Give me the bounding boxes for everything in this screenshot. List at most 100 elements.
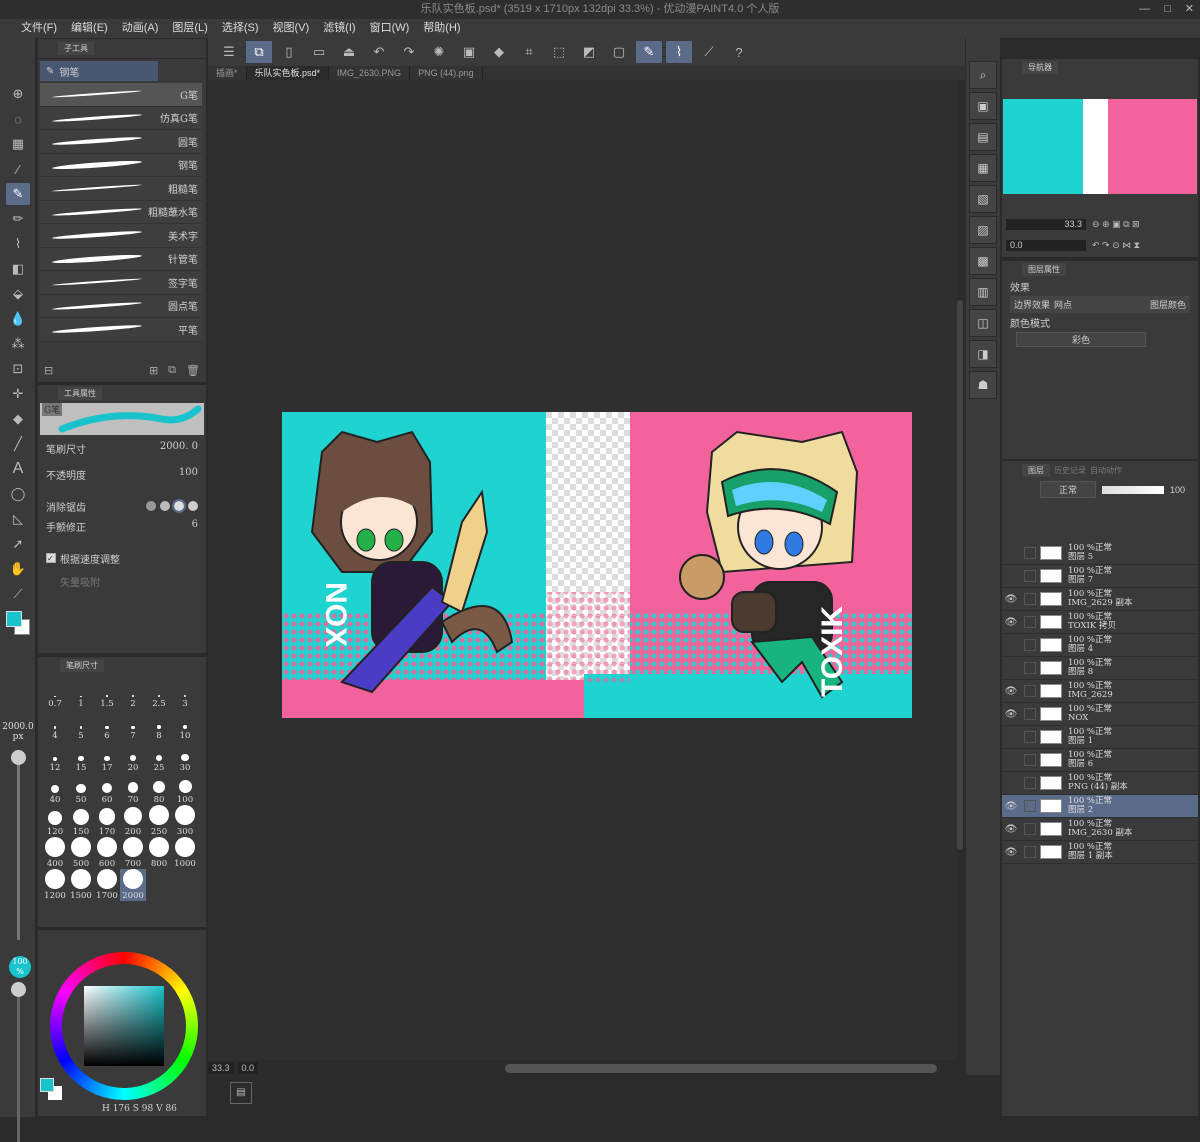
layer-row[interactable]: 👁 100 %正常 图层 2	[1002, 795, 1198, 818]
brush-size-cell[interactable]: 300	[172, 805, 198, 837]
brush-size-cell[interactable]: 400	[42, 837, 68, 869]
brush-item[interactable]: 圆笔	[40, 130, 202, 154]
menu-help[interactable]: 帮助(H)	[416, 19, 467, 38]
stabilize-input[interactable]: 6	[192, 519, 198, 545]
brush-item[interactable]: 钢笔	[40, 154, 202, 177]
crop-icon[interactable]: ▢	[606, 41, 632, 63]
layer-row[interactable]: 100 %正常 图层 4	[1002, 634, 1198, 657]
subtool-group[interactable]: ✎ 钢笔	[40, 61, 158, 81]
subtool-copy-icon[interactable]: ⧉	[168, 364, 176, 380]
layer-row[interactable]: 👁 100 %正常 IMG_2629 副本	[1002, 588, 1198, 611]
brush-size-cell[interactable]: 8	[146, 709, 172, 741]
angle-readout[interactable]: 0.0	[237, 1062, 259, 1074]
tab-band-board[interactable]: 乐队实色板.psd*	[246, 66, 330, 80]
brush-size-cell[interactable]: 0.7	[42, 677, 68, 709]
brush-size-cell[interactable]: 2.5	[146, 677, 172, 709]
brush-mode-icon[interactable]: ⌇	[666, 41, 692, 63]
history-tab[interactable]: 历史记录	[1054, 465, 1086, 476]
brush-item[interactable]: 圆点笔	[40, 295, 202, 318]
subtool-duplicate-icon[interactable]: ⊞	[149, 364, 158, 380]
brush-size-cell[interactable]: 800	[146, 837, 172, 869]
layer-row[interactable]: 100 %正常 图层 8	[1002, 657, 1198, 680]
new-file-icon[interactable]: ▯	[276, 41, 302, 63]
select-tool-icon[interactable]: ▦	[6, 133, 30, 155]
layer-lock-checkbox[interactable]	[1024, 777, 1036, 789]
layer-lock-checkbox[interactable]	[1024, 846, 1036, 858]
menu-select[interactable]: 选择(S)	[215, 19, 266, 38]
brush-size-cell[interactable]: 700	[120, 837, 146, 869]
layer-lock-checkbox[interactable]	[1024, 800, 1036, 812]
brush-size-cell[interactable]: 1500	[68, 869, 94, 901]
brush-size-cell[interactable]: 50	[68, 773, 94, 805]
loading-icon[interactable]: ✺	[426, 41, 452, 63]
layer-row[interactable]: 100 %正常 图层 1	[1002, 726, 1198, 749]
brush-size-cell[interactable]: 170	[94, 805, 120, 837]
picker-tool-icon[interactable]: ⟋	[6, 583, 30, 605]
layer-lock-checkbox[interactable]	[1024, 708, 1036, 720]
brush-size-cell[interactable]: 40	[42, 773, 68, 805]
brush-size-cell[interactable]: 1000	[172, 837, 198, 869]
brush-size-cell[interactable]: 600	[94, 837, 120, 869]
hand-tool-icon[interactable]: ✋	[6, 558, 30, 580]
brush-size-cell[interactable]: 200	[120, 805, 146, 837]
brush-size-cell[interactable]: 4	[42, 709, 68, 741]
brushsize-tab[interactable]: 笔刷尺寸	[60, 658, 104, 672]
tab-img-2630[interactable]: IMG_2630.PNG	[329, 66, 411, 80]
brush-size-cell[interactable]: 5	[68, 709, 94, 741]
opacity-input[interactable]: 100	[179, 467, 198, 493]
material-icon-8[interactable]: ◫	[969, 309, 997, 337]
menu-edit[interactable]: 编辑(E)	[64, 19, 115, 38]
visibility-eye-icon[interactable]: 👁	[1002, 686, 1020, 697]
navigator-preview[interactable]	[1003, 99, 1197, 194]
brush-item[interactable]: 签字笔	[40, 271, 202, 295]
new-canvas-icon[interactable]: ⧉	[246, 41, 272, 63]
layer-lock-checkbox[interactable]	[1024, 639, 1036, 651]
material-icon-9[interactable]: ◨	[969, 340, 997, 368]
brush-size-cell[interactable]: 2	[120, 677, 146, 709]
layer-lock-checkbox[interactable]	[1024, 547, 1036, 559]
layer-tab[interactable]: 图层	[1022, 463, 1050, 477]
brush-size-cell[interactable]: 12	[42, 741, 68, 773]
material-icon-4[interactable]: ▧	[969, 185, 997, 213]
line-tool-icon[interactable]: ╱	[6, 433, 30, 455]
material-icon-7[interactable]: ▥	[969, 278, 997, 306]
brush-size-cell[interactable]: 17	[94, 741, 120, 773]
pen-mode-icon[interactable]: ✎	[636, 41, 662, 63]
layer-row[interactable]: 100 %正常 图层 6	[1002, 749, 1198, 772]
colormode-select[interactable]: 彩色	[1016, 332, 1146, 347]
layer-row[interactable]: 100 %正常 图层 7	[1002, 565, 1198, 588]
brush-size-cell[interactable]: 30	[172, 741, 198, 773]
navigator-zoom[interactable]: 33.3	[1006, 219, 1086, 230]
transform-icon[interactable]: ⌗	[516, 41, 542, 63]
material-icon-6[interactable]: ▩	[969, 247, 997, 275]
subtool-tab[interactable]: 子工具	[58, 42, 94, 55]
brush-size-cell[interactable]: 500	[68, 837, 94, 869]
blend-mode-select[interactable]: 正常	[1040, 481, 1097, 498]
pencil-tool-icon[interactable]: ✏	[6, 208, 30, 230]
deselect-icon[interactable]: ⬚	[546, 41, 572, 63]
brush-item[interactable]: 平笔	[40, 318, 202, 342]
pen-tool-icon[interactable]: ✎	[6, 183, 30, 205]
open-folder-icon[interactable]: ▭	[306, 41, 332, 63]
brush-size-cell[interactable]: 6	[94, 709, 120, 741]
save-icon[interactable]: ⏏	[336, 41, 362, 63]
brush-size-cell[interactable]: 2000	[120, 869, 146, 901]
layer-lock-checkbox[interactable]	[1024, 823, 1036, 835]
undo-icon[interactable]: ↶	[366, 41, 392, 63]
brush-item[interactable]: G笔	[40, 83, 202, 107]
material-icon-2[interactable]: ▤	[969, 123, 997, 151]
menu-view[interactable]: 视图(V)	[266, 19, 317, 38]
redo-icon[interactable]: ↷	[396, 41, 422, 63]
visibility-eye-icon[interactable]: 👁	[1002, 617, 1020, 628]
help-icon[interactable]: ?	[726, 41, 752, 63]
navigator-angle[interactable]: 0.0	[1006, 240, 1086, 251]
menu-layer[interactable]: 图层(L)	[165, 19, 214, 38]
visibility-eye-icon[interactable]: 👁	[1002, 709, 1020, 720]
layer-opacity-slider[interactable]	[1102, 485, 1165, 494]
material-icon-1[interactable]: ▣	[969, 92, 997, 120]
brush-tool-icon[interactable]: ⌇	[6, 233, 30, 255]
figure-icon[interactable]: ☗	[969, 371, 997, 399]
layer-lock-checkbox[interactable]	[1024, 616, 1036, 628]
zoom-tool-icon[interactable]: ⊕	[6, 83, 30, 105]
border-effect-button[interactable]: 边界效果	[1014, 298, 1050, 311]
